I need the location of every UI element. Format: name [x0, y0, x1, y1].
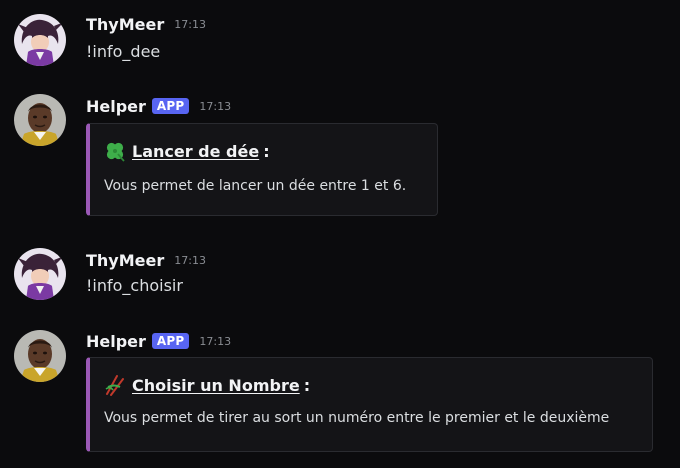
- user-avatar-icon[interactable]: [14, 14, 66, 66]
- username[interactable]: Helper: [86, 97, 146, 116]
- embed-description: Vous permet de tirer au sort un numéro e…: [104, 410, 610, 426]
- embed-description: Vous permet de lancer un dée entre 1 et …: [104, 178, 407, 194]
- bot-avatar-icon[interactable]: [14, 94, 66, 146]
- message-text: !info_dee: [86, 42, 161, 61]
- timestamp: 17:13: [174, 17, 206, 31]
- message-header: ThyMeer 17:13: [86, 12, 206, 36]
- message-header: ThyMeer 17:13: [86, 248, 206, 272]
- embed-title: Choisir un Nombre :: [104, 374, 310, 396]
- embed-title-link[interactable]: Choisir un Nombre: [132, 376, 300, 395]
- timestamp: 17:13: [199, 99, 232, 113]
- embed-title-colon: :: [303, 375, 311, 395]
- embed-title: Lancer de dée :: [104, 140, 270, 162]
- embed: Lancer de dée : Vous permet de lancer un…: [86, 123, 438, 216]
- message-text: !info_choisir: [86, 276, 183, 295]
- timestamp: 17:13: [174, 253, 206, 267]
- embed-title-link[interactable]: Lancer de dée: [132, 142, 259, 161]
- message-header: Helper APP 17:13: [86, 329, 231, 353]
- username[interactable]: Helper: [86, 332, 146, 351]
- bot-avatar-icon[interactable]: [14, 330, 66, 382]
- user-avatar-icon[interactable]: [14, 248, 66, 300]
- app-badge: APP: [151, 98, 190, 114]
- embed-title-colon: :: [263, 141, 270, 161]
- username[interactable]: ThyMeer: [86, 15, 164, 34]
- username[interactable]: ThyMeer: [86, 251, 164, 270]
- four-leaf-clover-icon: [104, 140, 126, 162]
- timestamp: 17:13: [199, 334, 232, 348]
- message-header: Helper APP 17:13: [86, 94, 231, 118]
- chopsticks-icon: [104, 374, 126, 396]
- app-badge: APP: [151, 333, 190, 349]
- embed: Choisir un Nombre : Vous permet de tirer…: [86, 357, 653, 452]
